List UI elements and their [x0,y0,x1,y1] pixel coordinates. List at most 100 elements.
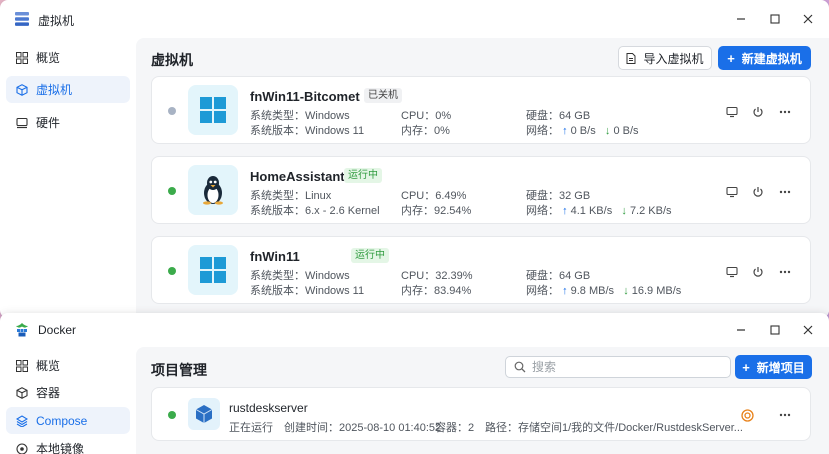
docker-app-icon [16,323,28,337]
new-vm-label: 新建虚拟机 [741,51,802,66]
project-name: rustdeskserver [229,401,308,415]
sidebar-item-label: 硬件 [36,116,61,130]
sidebar-item-label: 虚拟机 [36,83,73,97]
page-title: 项目管理 [151,362,207,378]
maximize-icon[interactable] [766,10,784,28]
disk-size: 硬盘：32 GB [526,190,591,202]
vm-card[interactable]: fnWin11 运行中 系统类型：Windows 系统版本：Windows 11… [151,236,811,304]
import-icon [626,52,636,64]
power-icon[interactable] [751,185,765,199]
sidebar-item-label: 本地镜像 [36,442,85,454]
container-count: 容器：2 [435,422,475,434]
new-vm-button[interactable]: + 新建虚拟机 [718,46,811,70]
vm-card[interactable]: HomeAssistant 运行中 系统类型：Linux 系统版本：6.x - … [151,156,811,224]
download-speed: 7.2 KB/s [629,205,672,217]
download-arrow-icon: ↓ [623,285,629,297]
compose-project-icon [188,398,220,430]
sidebar-item-containers[interactable]: 容器 [6,379,130,406]
network-label: 网络： [526,125,559,137]
more-icon[interactable] [778,265,792,279]
console-icon[interactable] [725,265,739,279]
compose-icon [16,414,28,427]
new-project-label: 新增项目 [756,360,805,375]
plus-icon: + [742,359,750,375]
os-type: 系统类型：Windows [250,270,350,282]
cpu-usage: CPU：0% [401,110,452,122]
upload-arrow-icon: ↑ [562,125,568,137]
search-input[interactable] [532,360,722,374]
image-icon [16,442,28,454]
vm-titlebar: 虚拟机 [0,0,829,38]
network-stats: 网络： ↑ 9.8 MB/s ↓ 16.9 MB/s [526,282,681,298]
vm-card[interactable]: fnWin11-Bitcomet 已关机 系统类型：Windows 系统版本：W… [151,76,811,144]
created-time: 创建时间：2025-08-10 01:40:52 [284,422,442,434]
page-title: 虚拟机 [151,52,193,68]
os-version: 系统版本：Windows 11 [250,125,365,137]
sidebar-item-compose[interactable]: Compose [6,407,130,434]
sidebar-item-overview[interactable]: 概览 [6,352,130,379]
vm-name: fnWin11 [250,249,300,264]
close-icon[interactable] [799,10,817,28]
sidebar-item-label: 概览 [36,359,61,373]
project-card[interactable]: rustdeskserver 正在运行 创建时间：2025-08-10 01:4… [151,387,811,441]
console-icon[interactable] [725,105,739,119]
project-status: 正在运行 [229,422,273,434]
hardware-icon [16,117,28,129]
docker-sidebar: 概览 容器 Compose 本地镜像 [0,347,136,454]
status-badge: 运行中 [344,168,382,183]
more-icon[interactable] [778,408,792,422]
sidebar-item-overview[interactable]: 概览 [6,44,130,71]
status-badge: 运行中 [351,248,389,263]
cpu-usage: CPU：6.49% [401,190,467,202]
vm-window: 虚拟机 概览 虚拟机 硬件 虚拟机 导入虚拟机 + 新建虚拟机 fnWin11-… [0,0,829,318]
mem-usage: 内存：83.94% [401,285,472,297]
vm-main: 虚拟机 导入虚拟机 + 新建虚拟机 fnWin11-Bitcomet 已关机 系… [136,38,829,318]
status-dot [168,187,176,195]
docker-window-title: Docker [38,323,77,337]
windows-icon [188,85,238,135]
status-badge: 已关机 [364,88,402,103]
download-speed: 16.9 MB/s [631,285,682,297]
download-arrow-icon: ↓ [604,125,611,137]
upload-speed: 9.8 MB/s [570,285,615,297]
sidebar-item-local-images[interactable]: 本地镜像 [6,435,130,454]
sidebar-item-label: 容器 [36,386,61,400]
search-box[interactable] [505,356,731,378]
web-ui-icon[interactable] [740,408,754,422]
vm-app-icon [15,12,29,26]
os-version: 系统版本：Windows 11 [250,285,365,297]
status-dot [168,411,176,419]
download-arrow-icon: ↓ [621,205,627,217]
maximize-icon[interactable] [766,321,784,339]
minimize-icon[interactable] [732,10,750,28]
vm-window-title: 虚拟机 [38,14,75,28]
network-stats: 网络： ↑ 0 B/s ↓ 0 B/s [526,122,639,138]
mem-usage: 内存：0% [401,125,450,137]
sidebar-item-vms[interactable]: 虚拟机 [6,76,130,103]
search-icon [514,361,526,373]
download-speed: 0 B/s [613,125,639,137]
minimize-icon[interactable] [732,321,750,339]
power-icon[interactable] [751,265,765,279]
more-icon[interactable] [778,105,792,119]
sidebar-item-label: 概览 [36,51,61,65]
docker-main: 项目管理 + 新增项目 rustdeskserver 正在运行 创建时间：202… [136,347,829,454]
import-vm-button[interactable]: 导入虚拟机 [618,46,712,70]
power-icon[interactable] [751,105,765,119]
project-path: 路径：存储空间1/我的文件/Docker/RustdeskServer... [485,422,743,434]
disk-size: 硬盘：64 GB [526,270,591,282]
sidebar-item-hardware[interactable]: 硬件 [6,109,130,136]
upload-arrow-icon: ↑ [562,205,568,217]
vm-name: HomeAssistant [250,169,345,184]
cube-icon [16,83,28,96]
close-icon[interactable] [799,321,817,339]
vm-sidebar: 概览 虚拟机 硬件 [0,38,136,318]
os-version: 系统版本：6.x - 2.6 Kernel [250,205,380,217]
console-icon[interactable] [725,185,739,199]
network-label: 网络： [526,285,559,297]
cpu-usage: CPU：32.39% [401,270,473,282]
new-project-button[interactable]: + 新增项目 [735,355,812,379]
import-vm-label: 导入虚拟机 [643,51,704,66]
more-icon[interactable] [778,185,792,199]
os-type: 系统类型：Windows [250,110,350,122]
